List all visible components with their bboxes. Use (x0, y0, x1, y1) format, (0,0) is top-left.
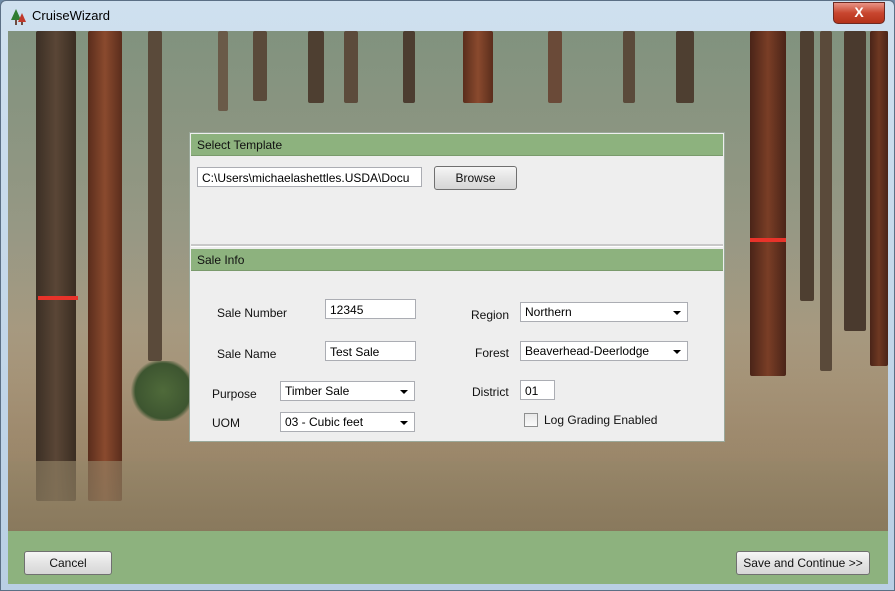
sale-info-header: Sale Info (191, 249, 723, 271)
template-path-field[interactable]: C:\Users\michaelashettles.USDA\Docu (197, 167, 422, 187)
forest-dropdown[interactable]: Beaverhead-Deerlodge (520, 341, 688, 361)
chevron-down-icon (673, 311, 681, 315)
uom-value: 03 - Cubic feet (285, 415, 364, 429)
chevron-down-icon (673, 350, 681, 354)
log-grading-label[interactable]: Log Grading Enabled (544, 413, 657, 427)
purpose-value: Timber Sale (285, 384, 350, 398)
sale-number-input[interactable]: 12345 (325, 299, 416, 319)
wizard-footer: Cancel Save and Continue >> (8, 531, 888, 584)
district-label: District (472, 385, 509, 399)
forest-label: Forest (475, 346, 510, 360)
chevron-down-icon (400, 390, 408, 394)
close-button[interactable]: X (833, 2, 885, 24)
select-template-title: Select Template (197, 138, 283, 152)
title-bar[interactable]: CruiseWizard X (1, 1, 894, 31)
region-value: Northern (525, 305, 572, 319)
wizard-client-area: Select Template C:\Users\michaelashettle… (8, 31, 888, 584)
purpose-dropdown[interactable]: Timber Sale (280, 381, 415, 401)
forest-value: Beaverhead-Deerlodge (525, 344, 650, 358)
purpose-label: Purpose (212, 387, 257, 401)
tree-app-icon (11, 9, 26, 25)
district-input[interactable]: 01 (520, 380, 555, 400)
sale-number-label: Sale Number (217, 306, 288, 320)
cruisewizard-window: CruiseWizard X Select Template C:\Users\… (0, 0, 895, 591)
browse-button[interactable]: Browse (434, 166, 517, 190)
select-template-header: Select Template (191, 134, 723, 156)
chevron-down-icon (400, 421, 408, 425)
sale-name-input[interactable]: Test Sale (325, 341, 416, 361)
sale-name-label: Sale Name (217, 347, 277, 361)
window-title: CruiseWizard (32, 8, 111, 23)
uom-dropdown[interactable]: 03 - Cubic feet (280, 412, 415, 432)
wizard-panel: Select Template C:\Users\michaelashettle… (189, 132, 725, 442)
section-divider (191, 244, 723, 247)
log-grading-checkbox[interactable] (524, 413, 538, 427)
sale-info-title: Sale Info (197, 253, 245, 267)
region-label: Region (471, 308, 510, 322)
save-and-continue-button[interactable]: Save and Continue >> (736, 551, 870, 575)
uom-label: UOM (212, 416, 240, 430)
region-dropdown[interactable]: Northern (520, 302, 688, 322)
cancel-button[interactable]: Cancel (24, 551, 112, 575)
